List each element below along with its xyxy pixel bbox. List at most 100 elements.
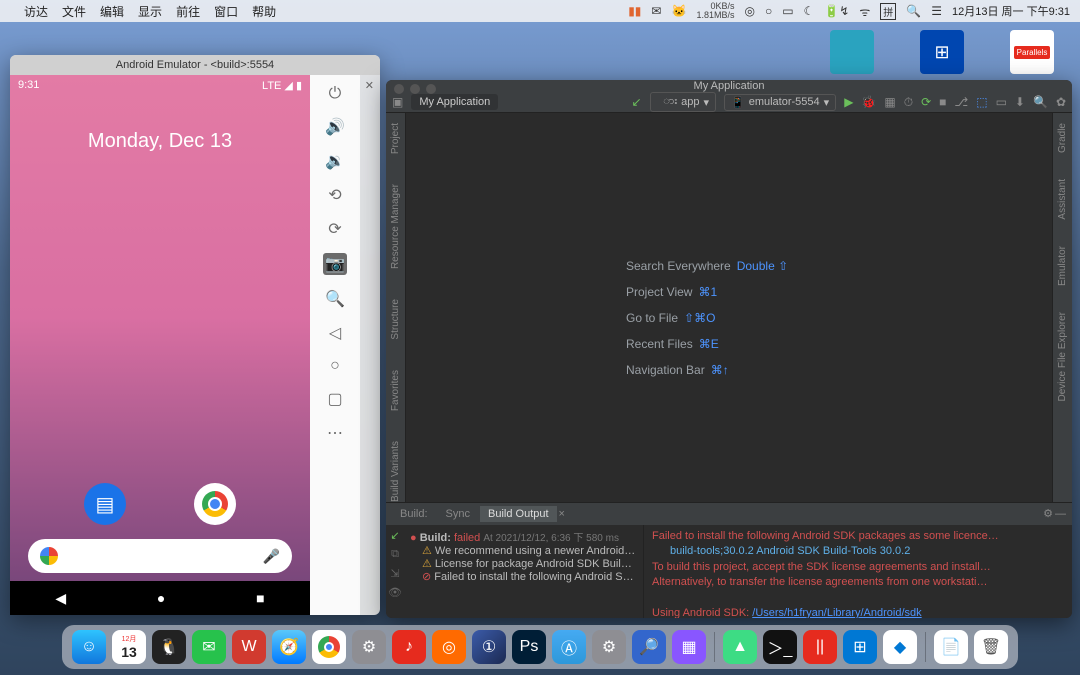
- expand-icon[interactable]: ⇲: [390, 567, 399, 580]
- nav-back-button[interactable]: ◀: [55, 590, 66, 607]
- desktop-windows-icon[interactable]: ⊞: [920, 30, 964, 74]
- more-icon[interactable]: ⋯: [327, 423, 343, 443]
- sync-gradle-button[interactable]: ⬚: [976, 95, 987, 109]
- as-titlebar[interactable]: My Application: [386, 80, 1072, 92]
- wechat-tray-icon[interactable]: ✉: [651, 4, 661, 18]
- stop-button[interactable]: ■: [939, 95, 946, 109]
- input-method-icon[interactable]: 拼: [880, 3, 896, 20]
- dock-trash[interactable]: 🗑: [974, 630, 1008, 664]
- emulator-screen[interactable]: 9:31 LTE ◢ ▮ Monday, Dec 13 ▤ 🎤 ◀ ● ■: [10, 75, 310, 615]
- power-icon[interactable]: ⏻: [329, 85, 342, 103]
- dock-app-4[interactable]: 🔎: [632, 630, 666, 664]
- sdk-button[interactable]: ⬇: [1015, 95, 1025, 109]
- back-icon[interactable]: ◁: [329, 323, 341, 343]
- dock-app-1[interactable]: ⚙: [352, 630, 386, 664]
- home-icon[interactable]: ○: [330, 357, 340, 375]
- dock-settings[interactable]: ⚙: [592, 630, 626, 664]
- menu-file[interactable]: 文件: [62, 3, 86, 20]
- dock-vbox[interactable]: ◆: [883, 630, 917, 664]
- tab-emulator[interactable]: Emulator: [1057, 246, 1068, 286]
- phone-date-widget[interactable]: Monday, Dec 13: [10, 130, 310, 153]
- desktop-parallels-icon[interactable]: Parallels: [1010, 30, 1054, 74]
- chrome-app-icon[interactable]: [194, 483, 236, 525]
- menu-help[interactable]: 帮助: [252, 3, 276, 20]
- tab-device-file-explorer[interactable]: Device File Explorer: [1057, 312, 1068, 401]
- tab-resource-manager[interactable]: Resource Manager: [390, 184, 401, 269]
- breadcrumb[interactable]: My Application: [411, 94, 498, 110]
- cat-icon[interactable]: 🐱: [671, 4, 686, 18]
- tab-build-variants[interactable]: Build Variants: [390, 441, 401, 502]
- emulator-close-button[interactable]: ✕: [365, 79, 374, 92]
- build-tab-close-icon[interactable]: ×: [559, 508, 565, 520]
- run-config-app[interactable]: �ား app ▾: [650, 92, 716, 112]
- dock-app-3[interactable]: ①: [472, 630, 506, 664]
- dock-finder[interactable]: ☺: [72, 630, 106, 664]
- dock-wps[interactable]: W: [232, 630, 266, 664]
- dock-netease[interactable]: ♪: [392, 630, 426, 664]
- build-tab-root[interactable]: Build:: [392, 506, 436, 522]
- control-center-icon[interactable]: ☰: [931, 4, 942, 18]
- rotate-left-icon[interactable]: ⟲: [328, 185, 341, 205]
- menu-go[interactable]: 前往: [176, 3, 200, 20]
- settings-icon[interactable]: ✿: [1056, 95, 1066, 109]
- google-search-bar[interactable]: 🎤: [28, 539, 292, 573]
- moon-icon[interactable]: ☾: [804, 4, 815, 18]
- build-tab-sync[interactable]: Sync: [438, 506, 478, 522]
- camera-icon[interactable]: 📷: [323, 253, 347, 275]
- dock-terminal[interactable]: ＞_: [763, 630, 797, 664]
- dock-qq[interactable]: 🐧: [152, 630, 186, 664]
- pause-icon[interactable]: ▮▮: [628, 4, 641, 18]
- menu-finder[interactable]: 访达: [24, 3, 48, 20]
- menubar-clock[interactable]: 12月13日 周一 下午9:31: [952, 3, 1070, 19]
- volume-down-icon[interactable]: 🔉: [325, 151, 345, 171]
- overview-icon[interactable]: ▢: [327, 389, 342, 409]
- zoom-icon[interactable]: 🔍: [325, 289, 345, 309]
- desktop-folder[interactable]: [830, 30, 874, 74]
- dock-photoshop[interactable]: Ps: [512, 630, 546, 664]
- run-button[interactable]: ▶: [844, 95, 853, 109]
- messages-app-icon[interactable]: ▤: [84, 483, 126, 525]
- zoom-window-button[interactable]: [426, 84, 436, 94]
- sdk-path-link[interactable]: /Users/h1fryan/Library/Android/sdk: [752, 607, 921, 618]
- window-traffic-lights[interactable]: [394, 84, 436, 94]
- dock-calendar[interactable]: 12月13: [112, 630, 146, 664]
- tab-favorites[interactable]: Favorites: [390, 370, 401, 411]
- build-icon[interactable]: ↙: [631, 95, 641, 109]
- attach-debugger-button[interactable]: ⟳: [921, 95, 931, 109]
- dock-downloads[interactable]: 📄: [934, 630, 968, 664]
- debug-button[interactable]: 🐞: [861, 95, 876, 109]
- filter-icon[interactable]: ⧉: [391, 548, 399, 561]
- wifi-icon[interactable]: ᯤ: [859, 3, 870, 20]
- menu-window[interactable]: 窗口: [214, 3, 238, 20]
- volume-up-icon[interactable]: 🔊: [325, 117, 345, 137]
- rotate-right-icon[interactable]: ⟳: [328, 219, 341, 239]
- close-window-button[interactable]: [394, 84, 404, 94]
- dock-android-studio[interactable]: ▲: [723, 630, 757, 664]
- emulator-titlebar[interactable]: Android Emulator - <build>:5554: [10, 55, 380, 75]
- build-tree[interactable]: ● Build: failed At 2021/12/12, 6:36 下 58…: [404, 525, 644, 618]
- tab-structure[interactable]: Structure: [390, 299, 401, 340]
- dock-app-2[interactable]: ◎: [432, 630, 466, 664]
- build-tab-output[interactable]: Build Output: [480, 506, 557, 522]
- coverage-button[interactable]: ▦: [884, 95, 895, 109]
- menu-edit[interactable]: 编辑: [100, 3, 124, 20]
- voice-search-icon[interactable]: 🎤: [263, 548, 280, 565]
- build-line-warn-1[interactable]: We recommend using a newer Android G…: [410, 544, 637, 557]
- battery-icon[interactable]: 🔋↯: [824, 4, 849, 18]
- rerun-icon[interactable]: ↙: [390, 529, 399, 542]
- build-line-error[interactable]: Failed to install the following Android …: [410, 570, 637, 583]
- record-icon[interactable]: ◎: [744, 4, 754, 18]
- run-device-select[interactable]: 📱 emulator-5554 ▾: [724, 94, 836, 111]
- dock-safari[interactable]: 🧭: [272, 630, 306, 664]
- nav-recent-button[interactable]: ■: [256, 590, 264, 606]
- menu-view[interactable]: 显示: [138, 3, 162, 20]
- tab-project[interactable]: Project: [390, 123, 401, 154]
- dock-chrome[interactable]: [312, 630, 346, 664]
- build-hide-icon[interactable]: —: [1055, 508, 1066, 520]
- dock-appstore[interactable]: Ⓐ: [552, 630, 586, 664]
- build-settings-icon[interactable]: ⚙: [1043, 507, 1053, 520]
- spotlight-icon[interactable]: 🔍: [906, 4, 921, 18]
- dock-wechat[interactable]: ✉: [192, 630, 226, 664]
- vcs-button[interactable]: ⎇: [954, 95, 968, 109]
- search-icon[interactable]: 🔍: [1033, 95, 1048, 109]
